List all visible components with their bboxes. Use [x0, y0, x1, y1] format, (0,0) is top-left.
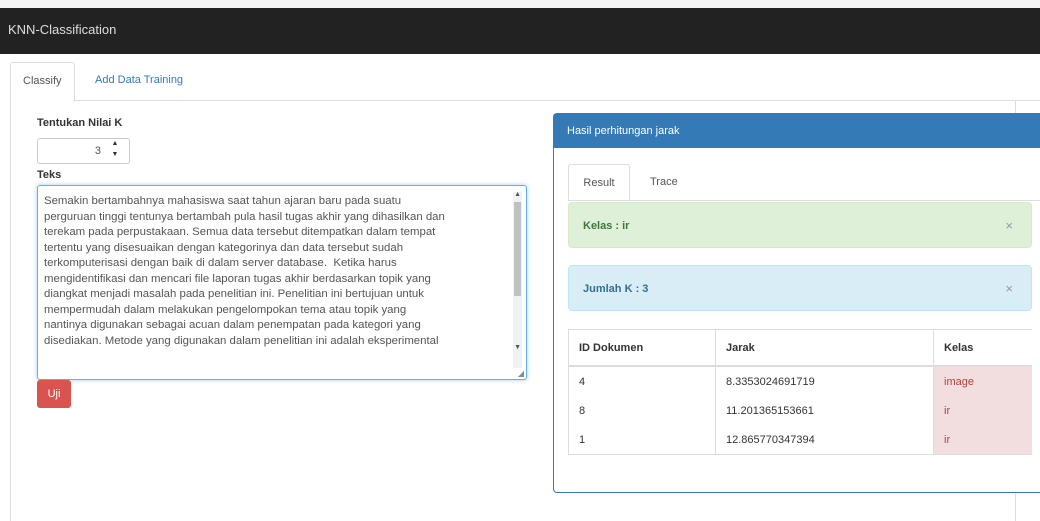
result-table: ID Dokumen Jarak Kelas 4 8.3353024691719…	[568, 329, 1032, 455]
class-alert: Kelas : ir ×	[568, 202, 1032, 248]
spin-down-icon[interactable]: ▼	[110, 150, 120, 160]
row-kelas: ir	[933, 396, 1032, 425]
main-tabs: Classify Add Data Training	[10, 62, 1040, 102]
scroll-down-icon[interactable]: ▼	[514, 344, 521, 351]
k-value: 3	[94, 145, 101, 157]
spin-up-icon[interactable]: ▲	[110, 139, 120, 149]
row-id: 1	[568, 425, 716, 455]
tab-classify[interactable]: Classify	[10, 62, 75, 102]
result-panel-heading: Hasil perhitungan jarak	[554, 114, 1040, 148]
row-jarak: 8.3353024691719	[715, 365, 934, 396]
row-jarak: 11.201365153661	[715, 396, 934, 425]
scroll-up-icon[interactable]: ▲	[514, 191, 521, 198]
textarea-scroll-thumb[interactable]	[514, 202, 521, 296]
resize-handle-icon[interactable]: ◢	[518, 369, 524, 378]
header-kelas: Kelas	[933, 329, 1032, 367]
text-input[interactable]: Semakin bertambahnya mahasiswa saat tahu…	[37, 185, 527, 380]
close-icon[interactable]: ×	[1005, 266, 1013, 312]
tab-trace[interactable]: Trace	[650, 164, 678, 200]
table-row: 1 12.865770347394 ir	[568, 425, 1032, 455]
result-tabs: Result Trace	[568, 164, 1040, 201]
row-kelas: image	[933, 365, 1032, 396]
row-id: 8	[568, 396, 716, 425]
table-row: 4 8.3353024691719 image	[568, 365, 1032, 396]
class-alert-text: Kelas : ir	[583, 220, 630, 232]
text-label: Teks	[37, 169, 62, 181]
row-id: 4	[568, 365, 716, 396]
row-jarak: 12.865770347394	[715, 425, 934, 455]
close-icon[interactable]: ×	[1005, 203, 1013, 249]
tab-result[interactable]: Result	[568, 164, 630, 200]
row-kelas: ir	[933, 425, 1032, 455]
uji-button[interactable]: Uji	[37, 380, 71, 408]
table-row: 8 11.201365153661 ir	[568, 396, 1032, 425]
navbar: KNN-Classification	[0, 8, 1040, 54]
app-title[interactable]: KNN-Classification	[8, 22, 116, 37]
k-alert: Jumlah K : 3 ×	[568, 265, 1032, 311]
k-label: Tentukan Nilai K	[37, 117, 123, 129]
tab-add-data-training[interactable]: Add Data Training	[83, 62, 195, 99]
top-strip	[0, 0, 1040, 8]
header-jarak: Jarak	[715, 329, 934, 367]
table-header-row: ID Dokumen Jarak Kelas	[568, 329, 1032, 367]
k-alert-text: Jumlah K : 3	[583, 283, 649, 295]
header-id-dokumen: ID Dokumen	[568, 329, 716, 367]
text-value: Semakin bertambahnya mahasiswa saat tahu…	[44, 195, 445, 347]
